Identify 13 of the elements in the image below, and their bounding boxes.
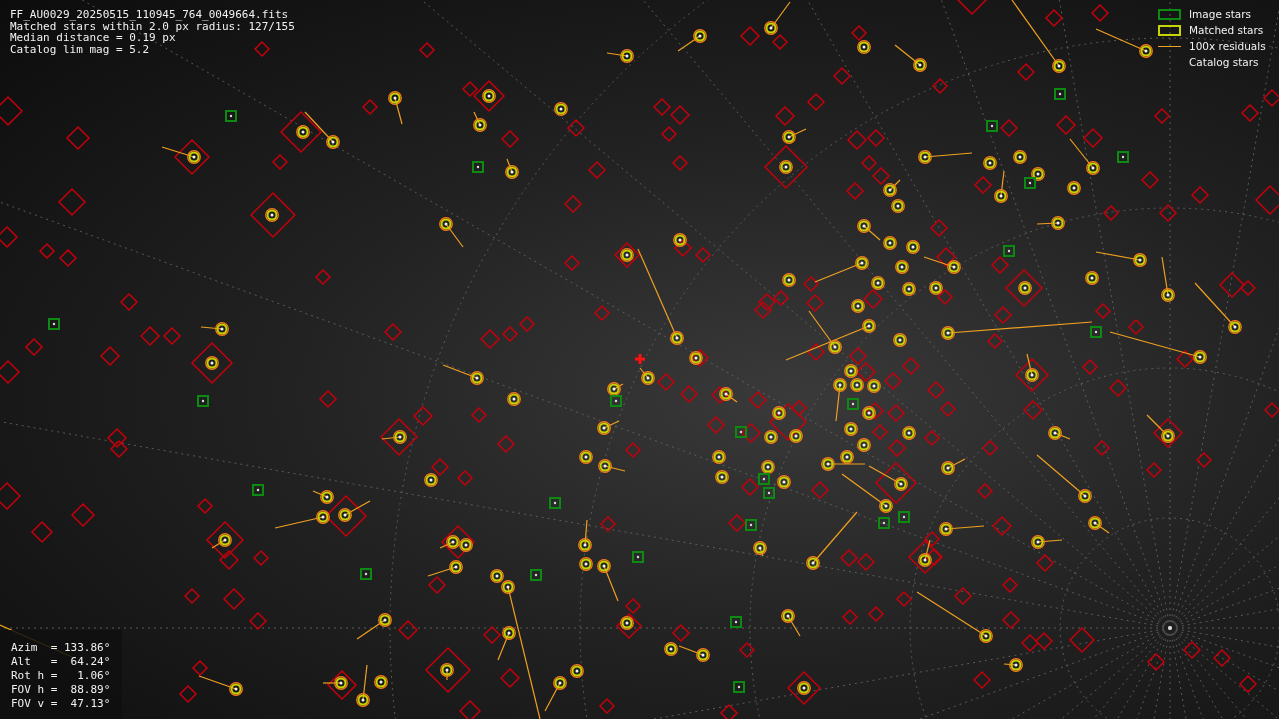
info-text: Median distance = 0.19 px	[10, 32, 176, 44]
legend-label: Matched stars	[1189, 24, 1264, 36]
pointing-text: Alt = 64.24°	[11, 655, 112, 669]
info-text: FF_AU0029_20250515_110945_764_0049664.fits	[10, 9, 289, 21]
pointing-text: FOV v = 47.13°	[11, 697, 112, 711]
legend-label: 100x residuals	[1189, 40, 1266, 52]
info-text: Matched stars within 2.0 px radius: 127/155	[10, 20, 295, 32]
pointing-text: Rot h = 1.06°	[11, 669, 112, 683]
legend-label: Catalog stars	[1189, 56, 1259, 68]
pointing-text: Azim = 133.86°	[11, 641, 112, 655]
info-text: Catalog lim mag = 5.2	[10, 43, 150, 55]
pointing-text: FOV h = 88.89°	[11, 683, 112, 697]
legend-label: Image stars	[1189, 8, 1252, 20]
